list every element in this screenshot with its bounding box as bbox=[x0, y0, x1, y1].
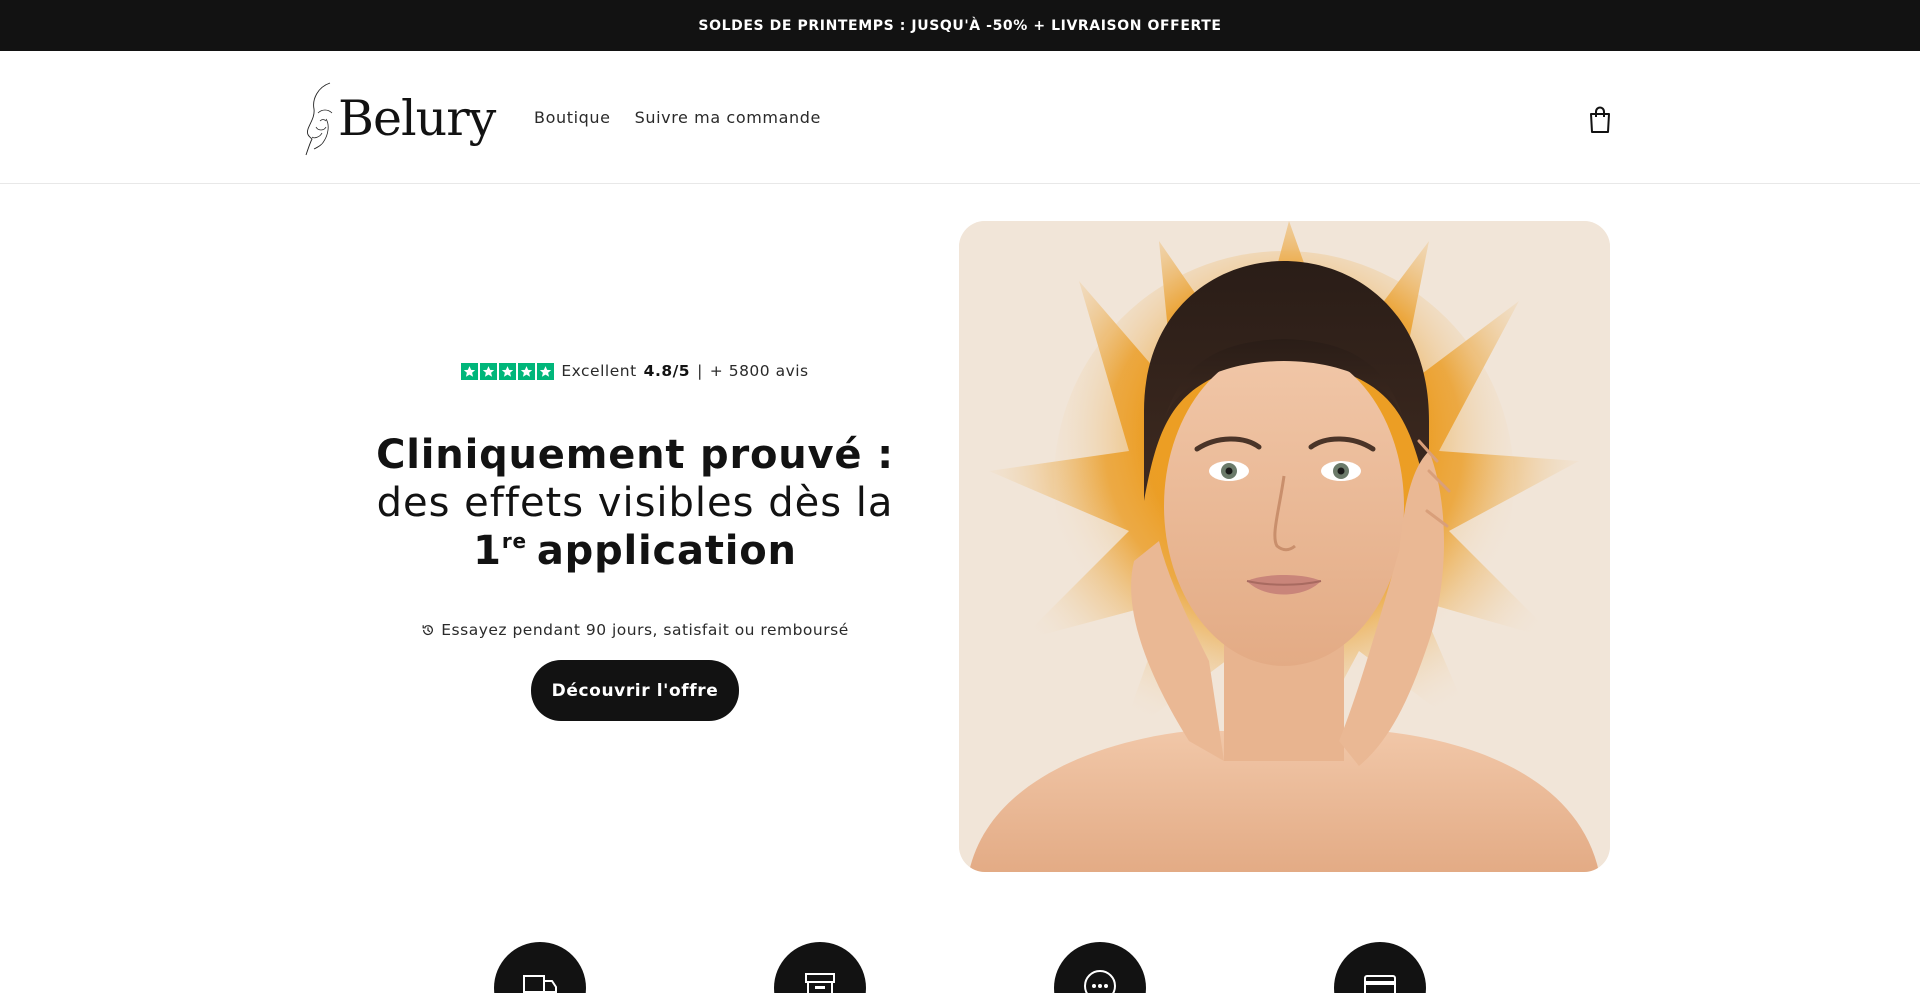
rating-score: 4.8/5 bbox=[643, 362, 691, 380]
delivery-truck-icon bbox=[523, 975, 557, 993]
discover-offer-button[interactable]: Découvrir l'offre bbox=[531, 660, 739, 721]
star-icon bbox=[537, 362, 555, 380]
main-nav: Boutique Suivre ma commande bbox=[534, 108, 821, 127]
rating-separator: | bbox=[697, 362, 703, 380]
cart-button[interactable] bbox=[1586, 105, 1614, 135]
model-portrait-illustration bbox=[959, 221, 1610, 872]
headline-number: 1 bbox=[473, 528, 502, 574]
headline-line-2: des effets visibles dès la bbox=[376, 480, 894, 526]
star-icon bbox=[461, 362, 479, 380]
feature-payment bbox=[1334, 942, 1426, 993]
site-header: Belury Boutique Suivre ma commande bbox=[0, 51, 1920, 184]
hero-headline: Cliniquement prouvé : des effets visible… bbox=[300, 431, 970, 575]
guarantee-text: Essayez pendant 90 jours, satisfait ou r… bbox=[441, 621, 849, 639]
star-icon bbox=[518, 362, 536, 380]
feature-delivery bbox=[494, 942, 586, 993]
headline-word: application bbox=[536, 528, 797, 574]
hero-text-block: Excellent 4.8/5 | + 5800 avis Cliniqueme… bbox=[300, 184, 970, 874]
hero-image bbox=[959, 221, 1610, 872]
nav-item-boutique[interactable]: Boutique bbox=[534, 108, 611, 127]
star-icon bbox=[499, 362, 517, 380]
brand-name: Belury bbox=[338, 89, 496, 147]
feature-packaging bbox=[774, 942, 866, 993]
shopping-bag-icon bbox=[1590, 106, 1610, 133]
box-icon bbox=[805, 973, 835, 993]
trustpilot-stars bbox=[461, 362, 555, 380]
history-icon bbox=[422, 625, 434, 636]
headline-line-1: Cliniquement prouvé : bbox=[376, 432, 894, 478]
announcement-text: SOLDES DE PRINTEMPS : JUSQU'À -50% + LIV… bbox=[698, 17, 1222, 34]
rating-label: Excellent bbox=[561, 362, 637, 380]
guarantee-note: Essayez pendant 90 jours, satisfait ou r… bbox=[300, 621, 970, 639]
headline-line-3: 1re application bbox=[300, 527, 970, 575]
chat-bubble-icon bbox=[1084, 970, 1116, 993]
announcement-bar: SOLDES DE PRINTEMPS : JUSQU'À -50% + LIV… bbox=[0, 0, 1920, 51]
credit-card-icon bbox=[1364, 975, 1396, 993]
features-row bbox=[0, 930, 1920, 993]
rating-summary: Excellent 4.8/5 | + 5800 avis bbox=[300, 362, 970, 380]
feature-support bbox=[1054, 942, 1146, 993]
nav-item-track-order[interactable]: Suivre ma commande bbox=[635, 108, 821, 127]
brand-logo[interactable]: Belury bbox=[300, 79, 496, 157]
star-icon bbox=[480, 362, 498, 380]
rating-count: + 5800 avis bbox=[709, 362, 809, 380]
headline-superscript: re bbox=[501, 529, 527, 553]
